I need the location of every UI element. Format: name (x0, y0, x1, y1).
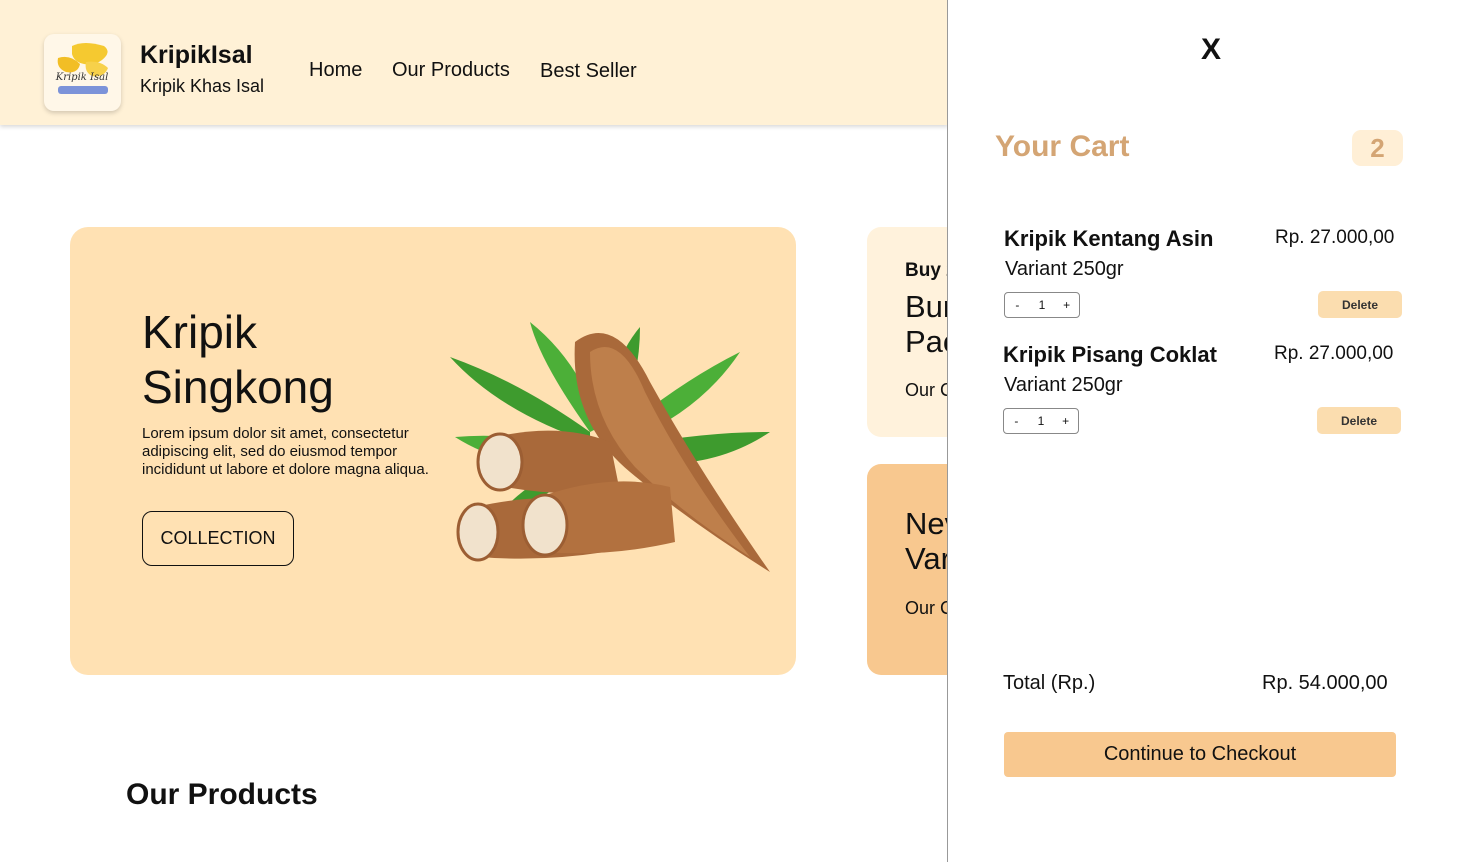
quantity-stepper: - 1 + (1004, 292, 1080, 318)
logo-wordmark: Kripik Isal (55, 72, 109, 83)
delete-item-button[interactable]: Delete (1318, 291, 1402, 318)
delete-item-button[interactable]: Delete (1317, 407, 1401, 434)
hero-banner: Kripik Singkong Lorem ipsum dolor sit am… (70, 227, 796, 675)
cart-item-name: Kripik Pisang Coklat (1003, 342, 1217, 367)
hero-title: Kripik Singkong (142, 306, 334, 413)
cart-count-badge: 2 (1352, 130, 1403, 166)
site-header: Kripik Isal KripikIsal Kripik Khas Isal … (0, 0, 948, 125)
close-cart-button[interactable]: X (1201, 33, 1221, 67)
increase-qty-button[interactable]: + (1053, 414, 1078, 428)
cart-item-price: Rp. 27.000,00 (1274, 343, 1394, 364)
brand-tagline: Kripik Khas Isal (140, 76, 265, 96)
increase-qty-button[interactable]: + (1054, 298, 1079, 312)
cart-item-variant: Variant 250gr (1004, 374, 1123, 396)
cart-item-variant: Variant 250gr (1005, 258, 1124, 280)
cart-panel: X Your Cart 2 Kripik Kentang Asin Varian… (947, 0, 1458, 862)
qty-value: 1 (1037, 414, 1045, 428)
promo-subtitle: Our C (905, 598, 954, 618)
checkout-button[interactable]: Continue to Checkout (1004, 732, 1396, 777)
brand-logo[interactable]: Kripik Isal (44, 34, 121, 111)
cart-item-price: Rp. 27.000,00 (1275, 227, 1395, 248)
brand-name: KripikIsal (140, 41, 253, 69)
cart-title: Your Cart (995, 130, 1130, 163)
decrease-qty-button[interactable]: - (1004, 414, 1029, 428)
qty-value: 1 (1038, 298, 1046, 312)
section-title-products: Our Products (126, 778, 318, 811)
cassava-illustration-icon (450, 322, 770, 572)
promo-subtitle: Our C (905, 380, 954, 400)
nav-best-seller[interactable]: Best Seller (540, 60, 637, 83)
quantity-stepper: - 1 + (1003, 408, 1079, 434)
nav-home[interactable]: Home (309, 59, 362, 82)
decrease-qty-button[interactable]: - (1005, 298, 1030, 312)
total-label: Total (Rp.) (1003, 672, 1096, 694)
nav-our-products[interactable]: Our Products (392, 59, 510, 82)
chips-logo-icon: Kripik Isal (55, 43, 109, 94)
hero-description: Lorem ipsum dolor sit amet, consectetur … (142, 425, 429, 478)
collection-button[interactable]: COLLECTION (142, 511, 294, 566)
cart-item-name: Kripik Kentang Asin (1004, 226, 1214, 251)
total-value: Rp. 54.000,00 (1262, 672, 1388, 694)
